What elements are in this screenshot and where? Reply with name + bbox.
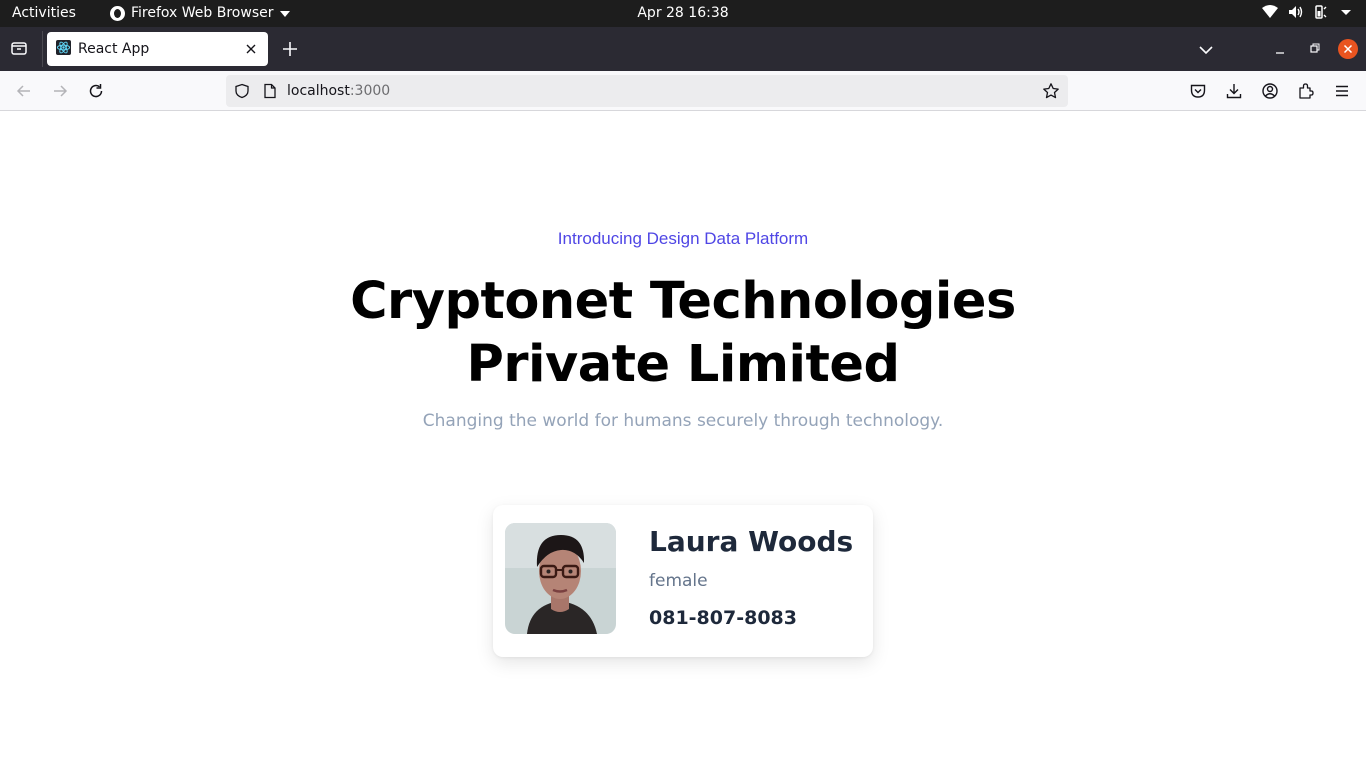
bookmark-star-icon[interactable] bbox=[1042, 82, 1060, 104]
clock[interactable]: Apr 28 16:38 bbox=[637, 5, 728, 21]
extensions-icon[interactable] bbox=[1297, 82, 1315, 104]
headline-line-2: Private Limited bbox=[466, 335, 900, 394]
firefox-icon bbox=[110, 5, 125, 21]
close-window-icon[interactable] bbox=[1338, 39, 1358, 59]
user-gender: female bbox=[649, 571, 708, 591]
pocket-icon[interactable] bbox=[1189, 82, 1207, 104]
wifi-icon bbox=[1262, 5, 1278, 19]
download-icon[interactable] bbox=[1225, 82, 1243, 104]
minimize-icon[interactable] bbox=[1274, 38, 1286, 64]
shield-icon[interactable] bbox=[234, 83, 250, 103]
divider bbox=[42, 31, 43, 67]
back-icon[interactable] bbox=[15, 82, 33, 104]
app-menu[interactable]: Firefox Web Browser bbox=[110, 5, 290, 21]
forward-icon[interactable] bbox=[51, 82, 69, 104]
user-name: Laura Woods bbox=[649, 525, 854, 558]
tab-react-app[interactable]: React App bbox=[47, 32, 268, 66]
url-port: :3000 bbox=[349, 83, 391, 99]
chevron-down-icon bbox=[1340, 7, 1352, 17]
tab-overflow-chevron-icon[interactable] bbox=[1198, 42, 1214, 61]
list-all-tabs-icon[interactable] bbox=[10, 39, 28, 61]
volume-icon bbox=[1288, 5, 1304, 19]
react-icon bbox=[56, 39, 71, 59]
tagline: Changing the world for humans securely t… bbox=[422, 411, 944, 431]
menu-icon[interactable] bbox=[1333, 82, 1351, 104]
new-tab-icon[interactable] bbox=[281, 40, 299, 62]
page-icon[interactable] bbox=[263, 83, 277, 103]
account-icon[interactable] bbox=[1261, 82, 1279, 104]
activities-button[interactable]: Activities bbox=[12, 5, 76, 21]
caret-down-icon bbox=[279, 11, 290, 17]
page-headline: Cryptonet Technologies Private Limited bbox=[0, 270, 1366, 396]
restore-icon[interactable] bbox=[1308, 38, 1320, 64]
close-tab-icon[interactable] bbox=[244, 41, 258, 60]
headline-line-1: Cryptonet Technologies bbox=[350, 272, 1016, 331]
url-text[interactable]: localhost:3000 bbox=[287, 83, 390, 99]
app-menu-label: Firefox Web Browser bbox=[131, 5, 274, 21]
battery-icon bbox=[1314, 5, 1330, 19]
url-host: localhost bbox=[287, 83, 350, 99]
system-tray[interactable] bbox=[1262, 5, 1352, 19]
tab-strip: React App bbox=[0, 27, 1366, 71]
reload-icon[interactable] bbox=[87, 82, 105, 104]
avatar bbox=[505, 523, 616, 634]
system-top-bar: Activities Firefox Web Browser Apr 28 16… bbox=[0, 0, 1366, 27]
page-content: Introducing Design Data Platform Crypton… bbox=[0, 112, 1366, 768]
navigation-toolbar: localhost:3000 bbox=[0, 71, 1366, 111]
user-card: Laura Woods female 081-807-8083 bbox=[493, 505, 873, 657]
user-phone: 081-807-8083 bbox=[649, 607, 797, 629]
tab-title: React App bbox=[78, 41, 150, 57]
url-bar[interactable]: localhost:3000 bbox=[226, 75, 1068, 107]
eyebrow-text: Introducing Design Data Platform bbox=[557, 229, 809, 248]
